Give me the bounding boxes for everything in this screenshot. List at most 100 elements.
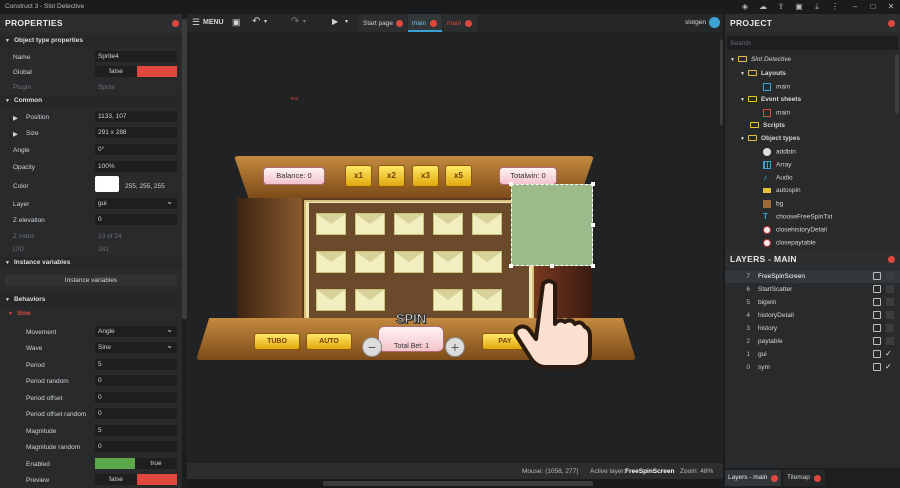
undo-icon[interactable]: ↶ [252, 16, 260, 27]
maximize-icon[interactable]: □ [868, 2, 878, 12]
instance-variables-button[interactable]: Instance variables [5, 275, 177, 286]
layer-select[interactable]: gui [95, 197, 177, 209]
period-offset-field[interactable]: 0 [95, 392, 177, 403]
layer-row[interactable]: 3 history [725, 322, 900, 335]
tree-object-item[interactable]: autospin [763, 187, 801, 194]
name-field[interactable]: Sprite4 [95, 51, 177, 62]
resize-handle[interactable] [550, 264, 554, 268]
preview-toggle-off[interactable] [137, 474, 177, 485]
section-instance-variables[interactable]: ▼ Instance variables [0, 257, 182, 269]
layer-row[interactable]: 1 gui ✓ [725, 348, 900, 361]
opacity-field[interactable]: 100% [95, 161, 177, 172]
undo-dropdown-icon[interactable]: ▾ [264, 18, 267, 25]
play-icon[interactable]: ▶ [332, 17, 338, 26]
plus-bet-button[interactable]: + [445, 337, 465, 357]
period-field[interactable]: 5 [95, 359, 177, 370]
preview-toggle-value[interactable]: false [95, 474, 137, 485]
section-common[interactable]: ▼ Common [0, 95, 182, 107]
layer-row[interactable]: 6 StartScatter [725, 283, 900, 296]
visibility-checkbox[interactable] [886, 311, 894, 319]
cloud-icon[interactable]: ☁ [758, 2, 768, 12]
layer-row[interactable]: 5 bigwin [725, 296, 900, 309]
turbo-button[interactable]: TUBO [254, 333, 300, 350]
layer-row[interactable]: 4 historyDetail [725, 309, 900, 322]
tree-root[interactable]: ▼ Slot Detective [730, 56, 791, 63]
lock-icon[interactable] [873, 311, 881, 319]
resize-handle[interactable] [509, 182, 513, 186]
tree-object-item[interactable]: addbtn [763, 148, 796, 156]
share-icon[interactable]: ⇪ [776, 2, 786, 12]
magnitude-field[interactable]: 5 [95, 425, 177, 436]
tree-object-item[interactable]: ♪ Audio [763, 174, 793, 182]
visibility-checkbox[interactable] [886, 337, 894, 345]
project-close-dot[interactable] [888, 20, 895, 27]
layout-canvas[interactable]: Text Balance: 0 x1 x2 x3 x5 Totalwin: 0 … [187, 32, 723, 463]
tree-object-item[interactable]: TchooseFreeSpinTxt [763, 213, 832, 221]
auto-button[interactable]: AUTO [306, 333, 352, 350]
zelevation-field[interactable]: 0 [95, 214, 177, 225]
global-toggle-value[interactable]: false [95, 66, 137, 77]
tree-layout-main[interactable]: main [763, 83, 790, 91]
enabled-toggle-value[interactable]: true [135, 458, 177, 469]
tree-object-item[interactable]: bg [763, 200, 783, 208]
visibility-checkbox[interactable] [886, 285, 894, 293]
menu-button[interactable]: MENU [203, 19, 224, 26]
tab-close-dot[interactable] [396, 20, 403, 27]
visibility-checkbox[interactable] [886, 298, 894, 306]
tree-object-item[interactable]: closepaytable [763, 239, 816, 247]
expand-position-icon[interactable]: ▶ [13, 114, 18, 122]
minimize-icon[interactable]: – [850, 2, 860, 12]
lock-icon[interactable] [873, 350, 881, 358]
scroll-thumb[interactable] [323, 481, 593, 486]
position-field[interactable]: 1133, 107 [95, 111, 177, 122]
canvas-horizontal-scrollbar[interactable] [187, 479, 723, 488]
multiplier-x1-button[interactable]: x1 [345, 165, 372, 187]
spin-button[interactable]: SPIN [386, 306, 436, 332]
color-value[interactable]: 255, 255, 255 [125, 183, 165, 190]
multiplier-x2-button[interactable]: x2 [378, 165, 405, 187]
layer-row[interactable]: 2 paytable [725, 335, 900, 348]
tab-close-dot[interactable] [771, 475, 778, 482]
magnitude-random-field[interactable]: 0 [95, 441, 177, 452]
redo-dropdown-icon[interactable]: ▾ [303, 18, 306, 25]
visibility-checkbox[interactable] [886, 272, 894, 280]
wave-select[interactable]: Sine [95, 341, 177, 353]
gamepad-icon[interactable]: ◈ [740, 2, 750, 12]
multiplier-x3-button[interactable]: x3 [412, 165, 439, 187]
angle-field[interactable]: 0° [95, 144, 177, 155]
section-object-type[interactable]: ▼ Object type properties [0, 35, 182, 47]
tree-event-sheets[interactable]: ▼ Event sheets [740, 96, 801, 103]
tab-layers-main[interactable]: Layers - main [725, 470, 781, 486]
tab-main-layout[interactable]: main [408, 14, 442, 32]
period-random-field[interactable]: 0 [95, 375, 177, 386]
tab-tilemap[interactable]: Tilemap [783, 470, 825, 486]
tree-object-types[interactable]: ▼ Object types [740, 135, 800, 142]
user-name[interactable]: slotgen [685, 19, 706, 26]
save-icon[interactable]: ▣ [232, 17, 241, 28]
menu-icon[interactable]: ☰ [192, 17, 200, 28]
section-behaviors[interactable]: ▼ Behaviors [0, 294, 182, 306]
play-dropdown-icon[interactable]: ▾ [345, 18, 348, 25]
lock-icon[interactable] [873, 324, 881, 332]
lock-icon[interactable] [873, 337, 881, 345]
resize-handle[interactable] [509, 264, 513, 268]
tab-close-dot[interactable] [814, 475, 821, 482]
size-field[interactable]: 291 x 288 [95, 127, 177, 138]
visible-check-icon[interactable]: ✓ [885, 349, 894, 358]
hand-pointer-icon[interactable] [513, 278, 603, 370]
lock-icon[interactable] [873, 285, 881, 293]
layer-row[interactable]: 7 FreeSpinScreen [725, 270, 900, 283]
sine-section[interactable]: ▼ Sine [8, 310, 31, 317]
visible-check-icon[interactable]: ✓ [885, 362, 894, 371]
expand-size-icon[interactable]: ▶ [13, 130, 18, 138]
resize-handle[interactable] [591, 264, 595, 268]
visibility-checkbox[interactable] [886, 324, 894, 332]
multiplier-x5-button[interactable]: x5 [445, 165, 472, 187]
layer-row[interactable]: 0 sym ✓ [725, 361, 900, 374]
tab-close-dot[interactable] [430, 20, 437, 27]
download-icon[interactable]: ⤓ [812, 2, 822, 12]
tree-event-main[interactable]: main [763, 109, 790, 117]
lock-icon[interactable] [873, 298, 881, 306]
period-offset-random-field[interactable]: 0 [95, 408, 177, 419]
color-swatch[interactable] [95, 176, 119, 192]
